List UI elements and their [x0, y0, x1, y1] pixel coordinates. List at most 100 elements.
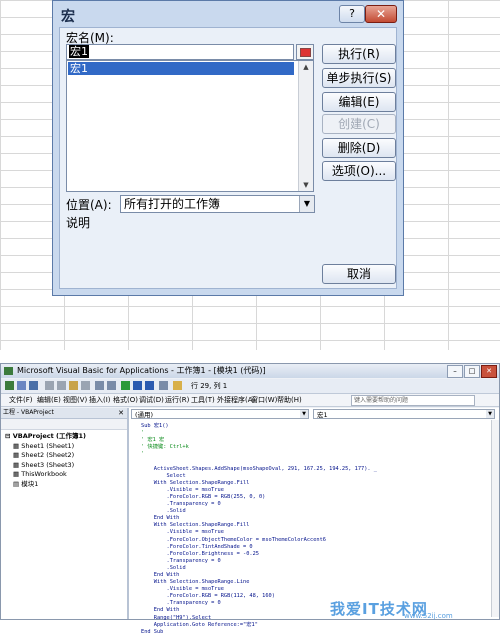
location-select[interactable]: 所有打开的工作簿 ▼	[120, 195, 315, 213]
code-line: .Transparency = 0	[141, 501, 221, 508]
code-line: .ForeColor.RGB = RGB(255, 0, 0)	[141, 493, 266, 500]
code-line: Select	[141, 472, 186, 479]
menu-window[interactable]: 窗口(W)	[251, 394, 277, 406]
menu-tools[interactable]: 工具(T)	[191, 394, 215, 406]
dialog-body: 宏名(M): 宏1 宏1 ▲ ▼ 位置(A): 所有打开的工作簿 ▼ 说明 执行…	[59, 27, 397, 289]
insert-module-icon[interactable]	[17, 381, 26, 390]
watermark-url: www.52ij.com	[404, 612, 453, 620]
code-line: .Solid	[141, 564, 186, 571]
options-button[interactable]: 选项(O)...	[322, 161, 396, 181]
tree-item-sheet1[interactable]: ▦ Sheet1 (Sheet1)	[5, 442, 125, 452]
code-line: End With	[141, 515, 180, 522]
menu-help[interactable]: 帮助(H)	[277, 394, 302, 406]
procedure-combo[interactable]: 宏1 ▼	[313, 409, 495, 419]
vba-window-title: Microsoft Visual Basic for Applications …	[17, 366, 266, 375]
cursor-position: 行 29, 列 1	[191, 382, 228, 390]
help-search-input[interactable]: 键入需要帮助的问题	[351, 395, 475, 406]
code-line: .Visible = msoTrue	[141, 586, 224, 593]
run-button[interactable]: 执行(R)	[322, 44, 396, 64]
code-line: Sub 宏1()	[141, 423, 169, 429]
dialog-title: 宏	[61, 9, 75, 25]
find-icon[interactable]	[81, 381, 90, 390]
maximize-icon[interactable]: □	[464, 365, 480, 378]
cancel-button[interactable]: 取消	[322, 264, 396, 284]
project-tree: ⊟ VBAProject (工作簿1) ▦ Sheet1 (Sheet1) ▦ …	[1, 430, 127, 489]
menu-insert[interactable]: 插入(I)	[89, 394, 111, 406]
project-explorer: 工程 - VBAProject ✕ ⊟ VBAProject (工作簿1) ▦ …	[1, 408, 129, 619]
tree-item-thisworkbook[interactable]: ▦ ThisWorkbook	[5, 470, 125, 480]
tree-item-sheet2[interactable]: ▦ Sheet2 (Sheet2)	[5, 451, 125, 461]
project-toolbar	[1, 419, 127, 430]
code-line: With Selection.ShapeRange.Fill	[141, 479, 250, 486]
undo-icon[interactable]	[95, 381, 104, 390]
tree-item-module1[interactable]: ▤ 模块1	[5, 480, 125, 490]
run-icon[interactable]	[121, 381, 130, 390]
menu-addins[interactable]: 外接程序(A)	[217, 394, 255, 406]
menu-view[interactable]: 视图(V)	[63, 394, 87, 406]
copy-icon[interactable]	[57, 381, 66, 390]
view-excel-icon[interactable]	[5, 381, 14, 390]
collapse-dialog-icon[interactable]	[296, 44, 314, 60]
macro-name-value: 宏1	[69, 45, 89, 58]
delete-button[interactable]: 删除(D)	[322, 138, 396, 158]
minimize-icon[interactable]: –	[447, 365, 463, 378]
macro-name-input[interactable]: 宏1	[66, 44, 294, 60]
project-explorer-header: 工程 - VBAProject ✕	[1, 408, 127, 419]
paste-icon[interactable]	[69, 381, 78, 390]
vba-editor-window: Microsoft Visual Basic for Applications …	[0, 363, 500, 635]
help-icon[interactable]	[173, 381, 182, 390]
list-item[interactable]: 宏1	[68, 62, 294, 75]
code-line: With Selection.ShapeRange.Line	[141, 579, 250, 586]
object-combo[interactable]: (通用) ▼	[131, 409, 309, 419]
vba-title-bar: Microsoft Visual Basic for Applications …	[1, 364, 499, 378]
excel-icon	[4, 367, 13, 375]
tree-item-sheet3[interactable]: ▦ Sheet3 (Sheet3)	[5, 461, 125, 471]
tree-item-project[interactable]: ⊟ VBAProject (工作簿1)	[5, 432, 125, 442]
close-icon[interactable]: ✕	[481, 365, 497, 378]
chevron-down-icon[interactable]: ▼	[299, 196, 314, 212]
design-mode-icon[interactable]	[159, 381, 168, 390]
menu-debug[interactable]: 调试(D)	[139, 394, 164, 406]
code-line: .Transparency = 0	[141, 557, 221, 564]
menu-run[interactable]: 运行(R)	[165, 394, 189, 406]
code-line: '	[141, 451, 145, 458]
code-line: .ForeColor.Brightness = -0.25	[141, 550, 260, 557]
scroll-down-icon[interactable]: ▼	[299, 179, 313, 191]
vba-toolbar: 行 29, 列 1	[1, 379, 499, 394]
menu-edit[interactable]: 编辑(E)	[37, 394, 61, 406]
edit-button[interactable]: 编辑(E)	[322, 92, 396, 112]
description-label: 说明	[66, 216, 91, 230]
code-line: .Solid	[141, 508, 186, 515]
location-label: 位置(A):	[66, 198, 112, 212]
project-explorer-title: 工程 - VBAProject	[3, 409, 54, 416]
reset-icon[interactable]	[145, 381, 154, 390]
save-icon[interactable]	[29, 381, 38, 390]
create-button[interactable]: 创建(C)	[322, 114, 396, 134]
code-window[interactable]: (通用) ▼ 宏1 ▼ Sub 宏1() ' ' 宏1 宏 ' 快捷键: Ctrl+k…	[129, 408, 499, 635]
chevron-down-icon[interactable]: ▼	[300, 410, 308, 418]
scroll-up-icon[interactable]: ▲	[299, 61, 313, 73]
break-icon[interactable]	[133, 381, 142, 390]
code-line: '	[141, 430, 145, 437]
step-into-button[interactable]: 单步执行(S)	[322, 68, 396, 88]
help-button[interactable]: ?	[339, 5, 365, 23]
chevron-down-icon[interactable]: ▼	[486, 410, 494, 418]
redo-icon[interactable]	[107, 381, 116, 390]
cut-icon[interactable]	[45, 381, 54, 390]
code-line: .Visible = msoTrue	[141, 486, 224, 493]
menu-file[interactable]: 文件(F)	[9, 394, 33, 406]
code-line: End Sub	[141, 628, 164, 635]
code-scrollbar[interactable]	[491, 420, 499, 617]
window-controls: – □ ✕	[447, 365, 497, 378]
code-line: Application.Goto Reference:="宏1"	[141, 621, 258, 628]
list-scrollbar[interactable]: ▲ ▼	[298, 61, 313, 191]
code-line: With Selection.ShapeRange.Fill	[141, 522, 250, 529]
code-line: ActiveSheet.Shapes.AddShape(msoShapeOval…	[141, 465, 377, 472]
code-line: End With	[141, 571, 180, 578]
menu-format[interactable]: 格式(O)	[113, 394, 138, 406]
close-button[interactable]: ✕	[365, 5, 397, 23]
code-line: ' 快捷键: Ctrl+k	[141, 444, 189, 451]
close-icon[interactable]: ✕	[118, 408, 124, 418]
macro-list[interactable]: 宏1 ▲ ▼	[66, 60, 314, 192]
